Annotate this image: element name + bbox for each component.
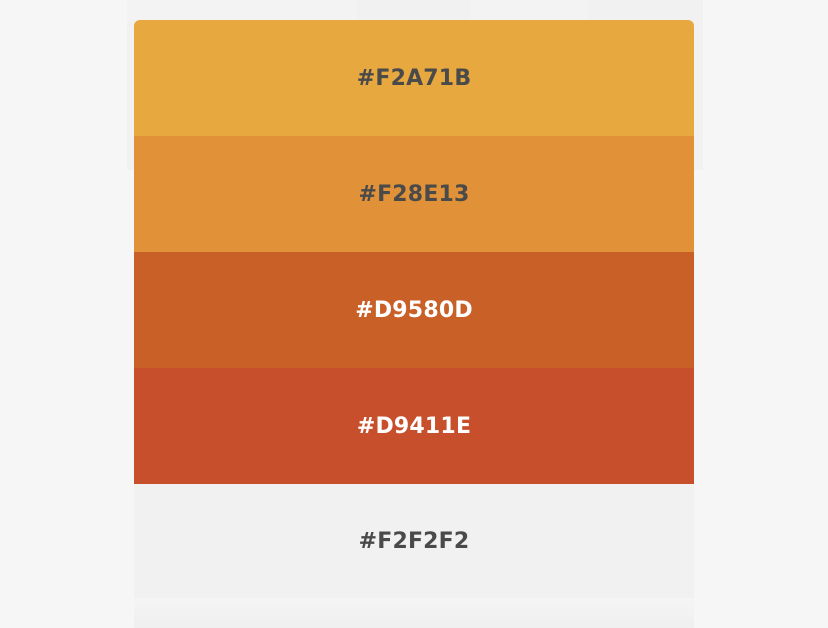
background-strip (127, 0, 357, 20)
swatch-hex-label: #F2A71B (356, 65, 472, 91)
swatch-hex-label: #D9411E (356, 413, 472, 439)
swatch-hex-label: #F2F2F2 (358, 528, 470, 554)
swatch-2: #F28E13 (134, 136, 694, 252)
swatch-5: #F2F2F2 (134, 484, 694, 598)
swatch-1: #F2A71B (134, 20, 694, 136)
background-strip (470, 0, 588, 20)
swatch-4: #D9411E (134, 368, 694, 484)
swatch-hex-label: #F28E13 (358, 181, 470, 207)
color-palette: #F2A71B #F28E13 #D9580D #D9411E #F2F2F2 (134, 20, 694, 598)
swatch-3: #D9580D (134, 252, 694, 368)
bottom-background (134, 598, 694, 628)
swatch-hex-label: #D9580D (355, 297, 473, 323)
